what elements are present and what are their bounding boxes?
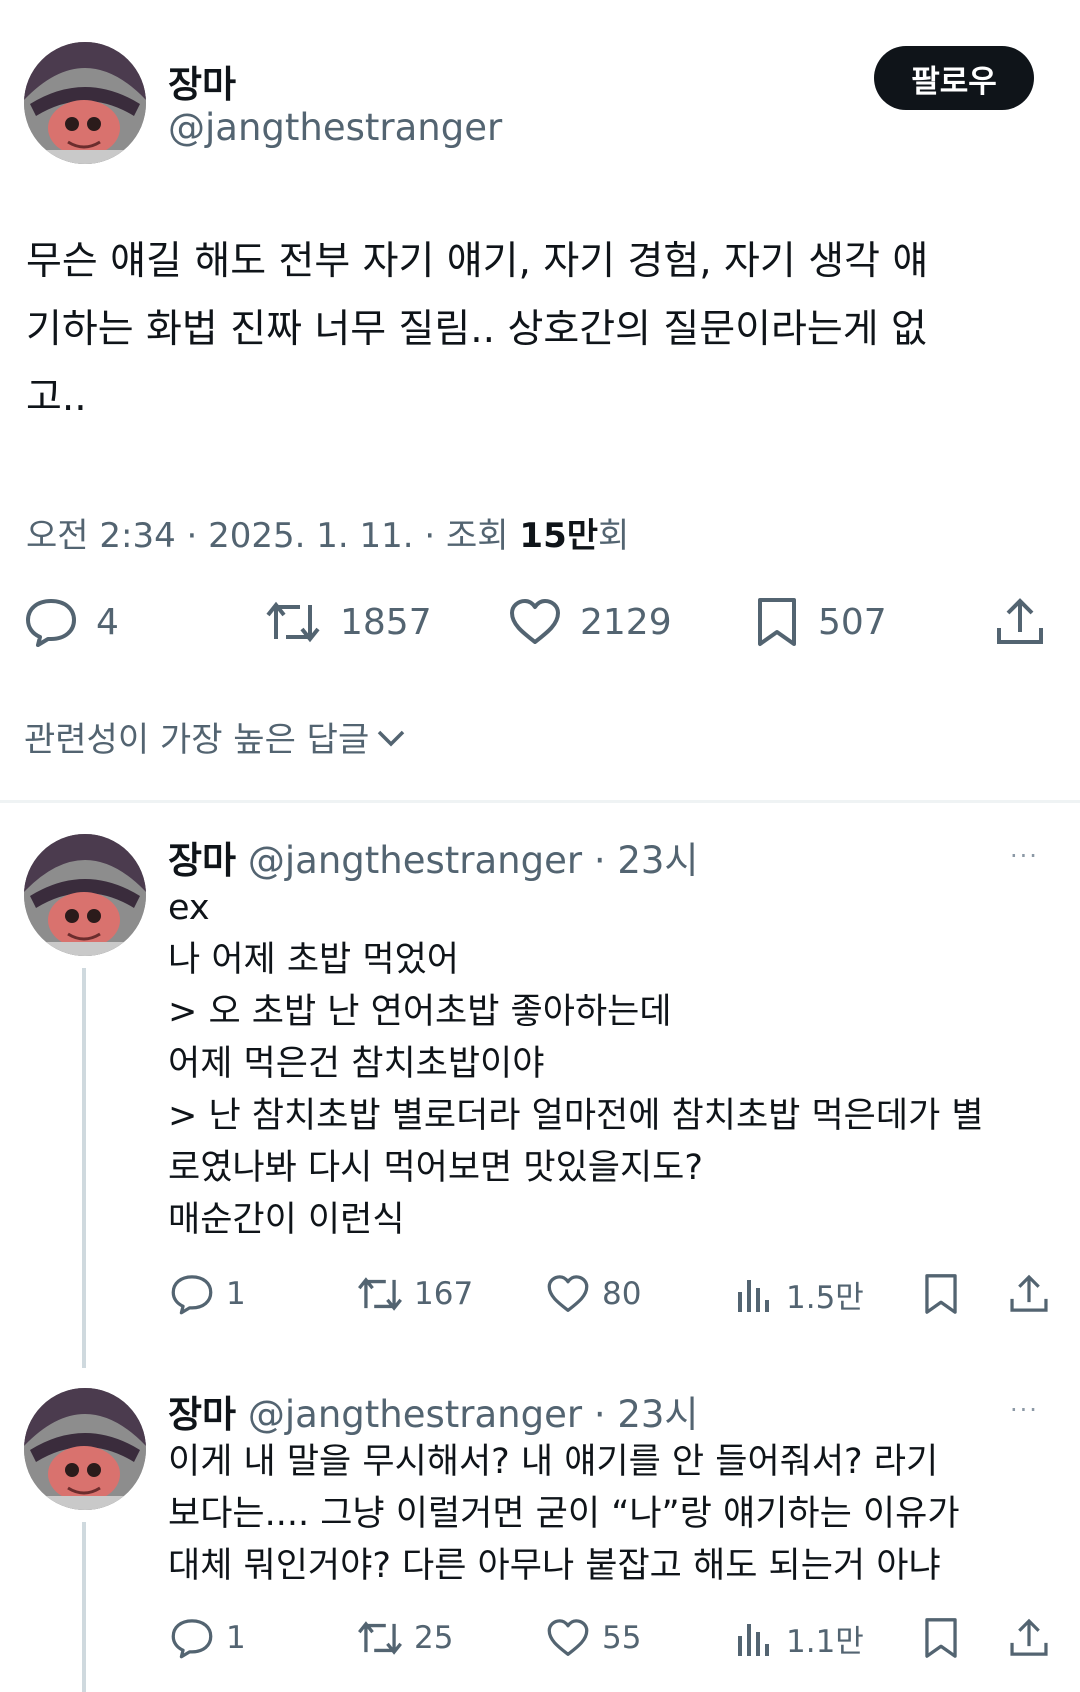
reply-text-line: 매순간이 이런식 xyxy=(168,1200,405,1240)
view-suffix: 회 xyxy=(598,516,630,556)
avatar[interactable] xyxy=(24,834,146,956)
heart-icon xyxy=(510,599,560,644)
view-count: 1.5만 xyxy=(786,1279,864,1316)
reply-icon xyxy=(26,599,76,647)
reply-text-line: 어제 먹은건 참치초밥이야 xyxy=(168,1044,545,1084)
bookmark-count: 507 xyxy=(818,601,887,643)
retweet-button[interactable]: 167 xyxy=(356,1272,473,1316)
reply-sort-dropdown[interactable]: 관련성이 가장 높은 답글 xyxy=(24,712,409,761)
reply-display-name[interactable]: 장마 xyxy=(168,1393,236,1436)
timestamp[interactable]: 오전 2:34 · 2025. 1. 11. · 조회 xyxy=(26,516,519,556)
share-icon xyxy=(1010,1274,1048,1312)
reply-text-line: 대체 뭐인거야? 다른 아무나 붙잡고 해도 되는거 아냐 xyxy=(168,1546,941,1586)
reply-count: 1 xyxy=(226,1276,246,1312)
reply-header: 장마 @jangthestranger · 23시 xyxy=(168,830,698,884)
like-button[interactable]: 80 xyxy=(546,1272,641,1316)
bookmark-icon xyxy=(925,1618,957,1658)
like-button[interactable]: 55 xyxy=(546,1616,641,1660)
bookmark-button[interactable]: 507 xyxy=(754,596,887,648)
display-name[interactable]: 장마 xyxy=(168,54,236,108)
reply-handle-time[interactable]: @jangthestranger · 23시 xyxy=(248,1393,699,1436)
retweet-count: 167 xyxy=(414,1276,474,1312)
reply-button[interactable]: 4 xyxy=(24,596,119,648)
retweet-count: 25 xyxy=(414,1620,454,1656)
reply-handle-time[interactable]: @jangthestranger · 23시 xyxy=(248,839,699,882)
thread-line xyxy=(82,968,86,1368)
divider xyxy=(0,800,1080,803)
retweet-button[interactable]: 1857 xyxy=(264,596,432,648)
share-icon xyxy=(1010,1618,1048,1656)
reply-text-line: > 난 참치초밥 별로더라 얼마전에 참치초밥 먹은데가 별 xyxy=(168,1096,984,1136)
reply-text-line: 나 어제 초밥 먹었어 xyxy=(168,940,459,980)
heart-icon xyxy=(547,1275,589,1312)
view-count: 15만 xyxy=(519,516,599,556)
reply-count: 1 xyxy=(226,1620,246,1656)
tweet-text: 무슨 얘길 해도 전부 자기 얘기, 자기 경험, 자기 생각 얘 기하는 화법… xyxy=(26,228,1056,432)
avatar[interactable] xyxy=(24,1388,146,1510)
thread-line xyxy=(82,1522,86,1692)
like-count: 55 xyxy=(602,1620,642,1656)
heart-icon xyxy=(547,1619,589,1656)
avatar[interactable] xyxy=(24,42,146,164)
share-button[interactable] xyxy=(1008,1616,1050,1660)
retweet-icon xyxy=(358,1277,402,1311)
retweet-icon xyxy=(266,601,320,643)
follow-button[interactable]: 팔로우 xyxy=(874,46,1034,110)
bookmark-icon xyxy=(925,1274,957,1314)
reply-icon xyxy=(171,1619,213,1659)
bar-chart-icon xyxy=(738,1280,769,1312)
like-count: 80 xyxy=(602,1276,642,1312)
reply-text: 이게 내 말을 무시해서? 내 얘기를 안 들어줘서? 라기 보다는.... 그… xyxy=(168,1436,960,1592)
handle[interactable]: @jangthestranger xyxy=(168,106,502,149)
tweet-text-line: 고.. xyxy=(26,375,87,420)
share-icon xyxy=(997,598,1043,644)
tweet-meta: 오전 2:34 · 2025. 1. 11. · 조회 15만회 xyxy=(26,508,629,557)
tweet-text-line: 기하는 화법 진짜 너무 질림.. 상호간의 질문이라는게 없 xyxy=(26,307,927,352)
reply-text: ex 나 어제 초밥 먹었어 > 오 초밥 난 연어초밥 좋아하는데 어제 먹은… xyxy=(168,882,984,1246)
reply-text-line: > 오 초밥 난 연어초밥 좋아하는데 xyxy=(168,992,672,1032)
reply-sort-label: 관련성이 가장 높은 답글 xyxy=(24,720,370,760)
views-button[interactable]: 1.5만 xyxy=(734,1272,864,1316)
reply-text-line: 이게 내 말을 무시해서? 내 얘기를 안 들어줘서? 라기 xyxy=(168,1442,939,1482)
reply-text-line: 로였나봐 다시 먹어보면 맛있을지도? xyxy=(168,1148,703,1188)
share-button[interactable] xyxy=(994,596,1046,648)
more-icon[interactable]: ··· xyxy=(1010,842,1039,870)
bookmark-button[interactable] xyxy=(922,1272,960,1316)
retweet-count: 1857 xyxy=(340,601,432,643)
reply-button[interactable]: 1 xyxy=(170,1272,246,1316)
reply-button[interactable]: 1 xyxy=(170,1616,246,1660)
view-count: 1.1만 xyxy=(786,1623,864,1660)
bar-chart-icon xyxy=(738,1624,769,1656)
like-count: 2129 xyxy=(580,601,672,643)
views-button[interactable]: 1.1만 xyxy=(734,1616,864,1660)
retweet-icon xyxy=(358,1621,402,1655)
reply-count: 4 xyxy=(96,601,119,643)
tweet-text-line: 무슨 얘길 해도 전부 자기 얘기, 자기 경험, 자기 생각 얘 xyxy=(26,239,929,284)
reply-icon xyxy=(171,1275,213,1315)
retweet-button[interactable]: 25 xyxy=(356,1616,453,1660)
reply-header: 장마 @jangthestranger · 23시 xyxy=(168,1384,698,1438)
share-button[interactable] xyxy=(1008,1272,1050,1316)
chevron-down-icon xyxy=(377,730,405,746)
more-icon[interactable]: ··· xyxy=(1010,1396,1039,1424)
like-button[interactable]: 2129 xyxy=(508,596,672,648)
reply-text-line: ex xyxy=(168,888,210,928)
reply-text-line: 보다는.... 그냥 이럴거면 굳이 “나”랑 얘기하는 이유가 xyxy=(168,1494,960,1534)
bookmark-button[interactable] xyxy=(922,1616,960,1660)
bookmark-icon xyxy=(758,598,796,646)
reply-display-name[interactable]: 장마 xyxy=(168,839,236,882)
